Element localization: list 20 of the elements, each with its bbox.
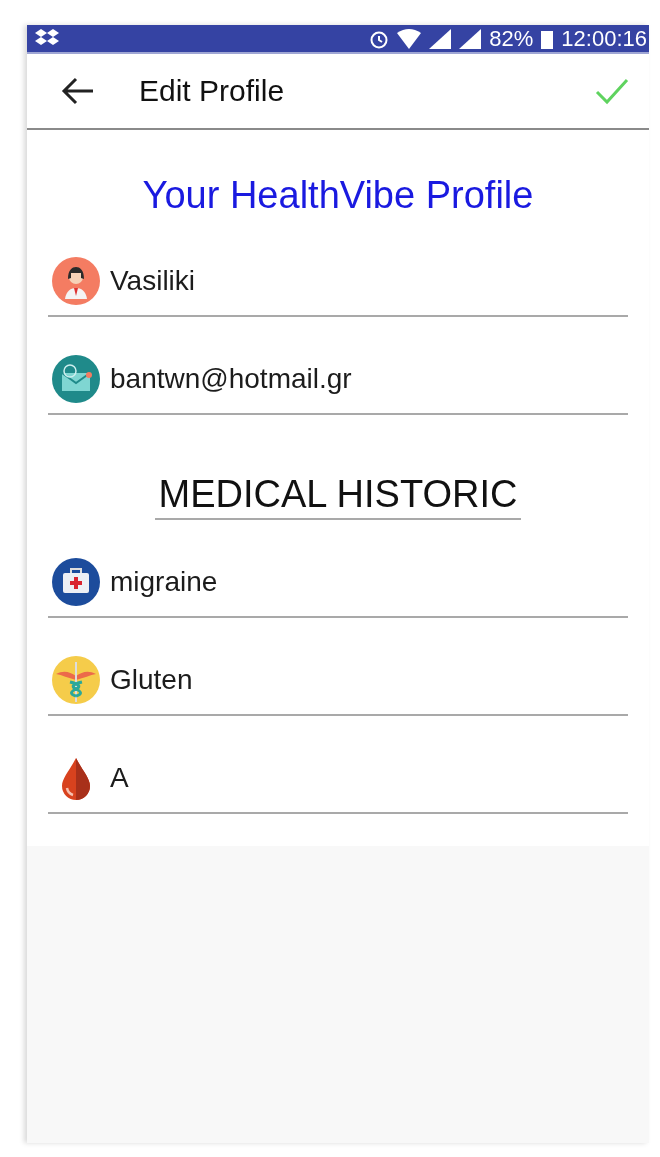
signal-icon [459, 28, 482, 49]
caduceus-icon [52, 656, 100, 704]
text-field[interactable]: A [110, 762, 628, 794]
save-checkmark-button[interactable] [595, 77, 629, 105]
battery-icon [541, 28, 554, 49]
text-field[interactable]: Gluten [110, 664, 628, 696]
text-field[interactable]: Vasiliki [110, 265, 628, 297]
profile-heading: Your HealthVibe Profile [142, 174, 534, 217]
text-field[interactable]: bantwn@hotmail.gr [110, 363, 628, 395]
first-aid-kit-icon [52, 558, 100, 606]
woman-avatar-icon [52, 257, 100, 305]
envelope-icon [52, 355, 100, 403]
screen-title: Edit Profile [139, 74, 286, 108]
wifi-icon [397, 28, 422, 49]
battery-percentage: 82% [489, 25, 534, 52]
back-button[interactable] [61, 77, 95, 105]
text-field[interactable]: migraine [110, 566, 628, 598]
clock-time: 12:00:16 [561, 25, 647, 52]
signal-icon [429, 28, 452, 49]
section-heading: MEDICAL HISTORIC [154, 473, 522, 520]
